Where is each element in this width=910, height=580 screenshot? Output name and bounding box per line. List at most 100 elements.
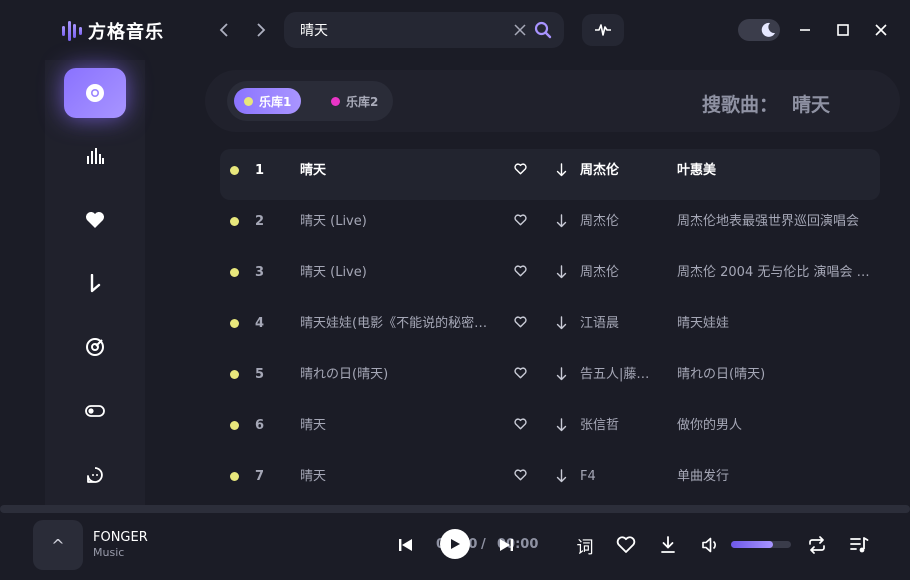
sidebar-item-radio[interactable] <box>64 322 126 372</box>
download-arrow-icon[interactable] <box>556 367 570 385</box>
next-button[interactable] <box>496 535 516 555</box>
forward-button[interactable] <box>251 19 271 41</box>
bar-chart-icon <box>87 148 104 164</box>
song-status-dot <box>230 319 239 328</box>
download-button[interactable] <box>658 534 678 556</box>
search-button[interactable] <box>534 21 552 39</box>
song-artist: F4 <box>580 469 596 484</box>
song-status-dot <box>230 217 239 226</box>
soundwave-icon <box>595 24 611 36</box>
search-bar <box>284 12 564 48</box>
chevron-right-icon <box>257 23 266 37</box>
skip-previous-icon <box>399 539 412 551</box>
song-album: 叶惠美 <box>677 163 717 178</box>
clear-search-button[interactable] <box>514 21 526 40</box>
playlist-button[interactable] <box>848 534 870 556</box>
track-name: FONGER <box>93 530 148 545</box>
song-album: 晴天娃娃 <box>677 316 730 331</box>
sidebar-item-discover[interactable] <box>64 68 126 118</box>
minimize-button[interactable] <box>795 20 815 40</box>
heart-outline-icon <box>616 536 636 553</box>
play-icon <box>451 539 460 549</box>
download-arrow-icon[interactable] <box>556 469 570 487</box>
sidebar-item-favorites[interactable] <box>64 195 126 245</box>
maximize-icon <box>837 24 849 36</box>
expand-icon: ^ <box>51 535 65 555</box>
maximize-button[interactable] <box>833 20 853 40</box>
tab-library-2[interactable]: 乐库2 <box>321 88 388 114</box>
song-status-dot <box>230 370 239 379</box>
logo-icon <box>62 20 82 42</box>
song-row[interactable]: 6 晴天 张信哲 做你的男人 <box>220 404 880 455</box>
song-index: 5 <box>255 367 265 382</box>
song-index: 7 <box>255 469 265 484</box>
chat-icon <box>87 467 103 483</box>
close-window-button[interactable] <box>871 20 891 40</box>
like-button[interactable] <box>615 534 637 556</box>
song-row[interactable]: 3 晴天 (Live) 周杰伦 周杰伦 2004 无与伦比 演唱会 … <box>220 251 880 302</box>
results-title: 搜歌曲： 晴天 <box>702 90 830 117</box>
close-icon <box>514 24 526 36</box>
library-2-dot <box>331 96 340 106</box>
download-arrow-icon[interactable] <box>556 265 570 283</box>
song-row[interactable]: 4 晴天娃娃(电影《不能说的秘密… 江语晨 晴天娃娃 <box>220 302 880 353</box>
previous-button[interactable] <box>396 535 416 555</box>
like-icon[interactable] <box>514 418 530 434</box>
lyrics-button[interactable]: 词 <box>574 533 596 558</box>
song-index: 4 <box>255 316 265 331</box>
repeat-button[interactable] <box>806 534 828 556</box>
like-icon[interactable] <box>514 163 530 179</box>
library-1-dot <box>244 96 253 106</box>
like-icon[interactable] <box>514 214 530 230</box>
like-icon[interactable] <box>514 469 530 485</box>
search-input[interactable] <box>300 22 500 38</box>
sidebar-item-feedback[interactable] <box>64 450 126 500</box>
song-status-dot <box>230 268 239 277</box>
download-arrow-icon[interactable] <box>556 163 570 181</box>
download-arrow-icon[interactable] <box>556 418 570 436</box>
play-button[interactable] <box>440 529 470 559</box>
song-index: 1 <box>255 163 265 178</box>
back-button[interactable] <box>214 19 234 41</box>
sidebar-item-charts[interactable] <box>64 131 126 181</box>
time-separator: / <box>481 537 486 552</box>
download-arrow-icon[interactable] <box>556 214 570 232</box>
disc-icon <box>86 84 104 102</box>
song-title: 晴天 <box>300 418 327 433</box>
sidebar-item-settings[interactable] <box>64 386 126 436</box>
tab-library-1[interactable]: 乐库1 <box>234 88 302 114</box>
song-row[interactable]: 5 晴れの日(晴天) 告五人|藤… 晴れの日(晴天) <box>220 353 880 404</box>
tab-label: 乐库2 <box>346 94 379 109</box>
song-album: 周杰伦 2004 无与伦比 演唱会 … <box>677 265 870 280</box>
download-arrow-icon[interactable] <box>556 316 570 334</box>
song-artist: 周杰伦 <box>580 163 620 178</box>
app-name: 方格音乐 <box>88 22 164 43</box>
download-icon <box>661 536 675 553</box>
theme-toggle[interactable] <box>738 19 780 41</box>
heart-icon <box>86 212 104 228</box>
song-artist: 告五人|藤… <box>580 367 650 382</box>
soundwave-button[interactable] <box>582 14 624 46</box>
song-artist: 张信哲 <box>580 418 620 433</box>
song-row[interactable]: 7 晴天 F4 单曲发行 <box>220 455 880 506</box>
song-status-dot <box>230 166 239 175</box>
volume-slider[interactable] <box>731 541 791 548</box>
song-title: 晴れの日(晴天) <box>300 367 389 382</box>
album-cover-button[interactable]: ^ <box>33 520 83 570</box>
player-bar: ^ FONGER Music 00:00 / 00:00 词 <box>0 513 910 580</box>
toggle-icon <box>85 405 105 417</box>
song-row[interactable]: 1 晴天 周杰伦 叶惠美 <box>220 149 880 200</box>
like-icon[interactable] <box>514 316 530 332</box>
library-bar: 乐库1 乐库2 搜歌曲： 晴天 <box>205 70 900 132</box>
progress-bar[interactable] <box>0 505 910 513</box>
song-album: 晴れの日(晴天) <box>677 367 766 382</box>
song-list: 1 晴天 周杰伦 叶惠美 2 晴天 (Live) 周杰伦 周杰伦地表最强世界巡回演唱会 3 晴天 … <box>220 149 880 506</box>
song-album: 周杰伦地表最强世界巡回演唱会 <box>677 214 860 229</box>
target-icon <box>86 338 104 356</box>
sidebar-item-downloads[interactable] <box>64 259 126 309</box>
volume-button[interactable] <box>700 534 720 556</box>
like-icon[interactable] <box>514 367 530 383</box>
song-row[interactable]: 2 晴天 (Live) 周杰伦 周杰伦地表最强世界巡回演唱会 <box>220 200 880 251</box>
song-index: 2 <box>255 214 265 229</box>
like-icon[interactable] <box>514 265 530 281</box>
